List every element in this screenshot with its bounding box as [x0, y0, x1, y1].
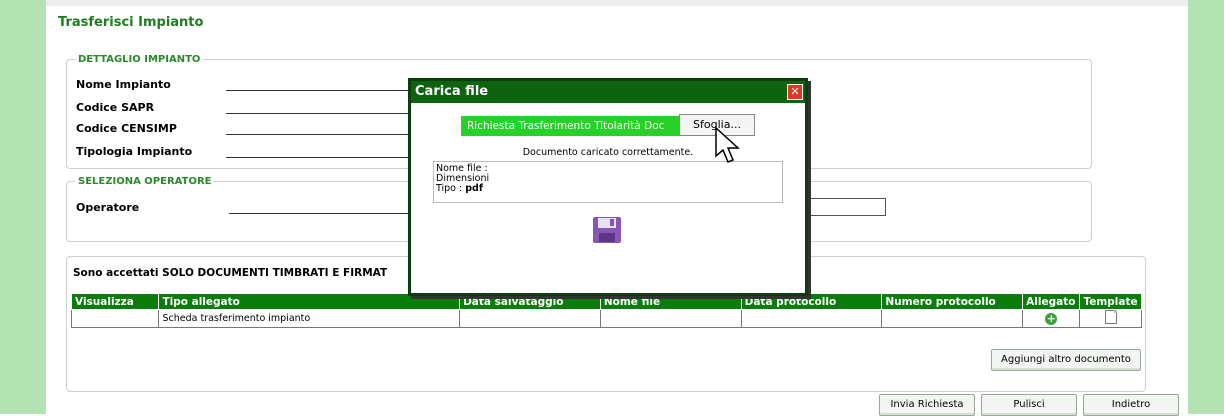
cell-data-salvataggio	[459, 309, 601, 328]
right-sidebar-band	[1188, 0, 1224, 414]
file-type-label: Richiesta Trasferimento Titolarità Doc	[461, 116, 685, 136]
codice-sapr-label: Codice SAPR	[76, 101, 155, 114]
cell-numero-protocollo	[881, 309, 1024, 328]
operatore-input[interactable]	[806, 198, 886, 216]
file-type-row: Tipo : pdf	[436, 184, 780, 194]
pulisci-button[interactable]: Pulisci	[981, 394, 1077, 416]
operatore-value	[229, 213, 409, 214]
add-attachment-icon[interactable]: +	[1045, 312, 1058, 325]
page-title: Trasferisci Impianto	[58, 15, 204, 30]
dettaglio-impianto-legend: DETTAGLIO IMPIANTO	[78, 54, 201, 65]
col-allegato: Allegato	[1022, 293, 1081, 310]
nome-impianto-label: Nome Impianto	[76, 78, 171, 91]
file-info-box: Nome file : Dimensioni Tipo : pdf	[433, 161, 783, 203]
codice-censimp-label: Codice CENSIMP	[76, 122, 177, 135]
left-sidebar-band	[0, 0, 46, 414]
col-template: Template	[1079, 293, 1142, 310]
cell-allegato: +	[1022, 309, 1081, 328]
tipologia-impianto-value	[226, 157, 408, 158]
codice-sapr-value	[226, 113, 408, 114]
top-bar	[46, 0, 1188, 6]
upload-success-message: Documento caricato correttamente.	[522, 147, 694, 158]
col-visualizza: Visualizza	[70, 293, 160, 310]
cell-template	[1079, 309, 1142, 328]
tipologia-impianto-label: Tipologia Impianto	[76, 145, 193, 158]
table-row: Scheda trasferimento impianto +	[70, 309, 1142, 328]
cell-data-protocollo	[740, 309, 883, 328]
col-numero-protocollo: Numero protocollo	[881, 293, 1024, 310]
allegati-notice: Sono accettati SOLO DOCUMENTI TIMBRATI E…	[73, 267, 388, 279]
indietro-button[interactable]: Indietro	[1083, 394, 1179, 416]
dialog-title: Carica file	[411, 81, 805, 103]
codice-censimp-value	[226, 134, 408, 135]
allegati-table: Visualizza Tipo allegato Data salvataggi…	[70, 293, 1142, 328]
close-icon[interactable]: ✕	[787, 84, 803, 100]
seleziona-operatore-legend: SELEZIONA OPERATORE	[78, 176, 212, 187]
save-icon[interactable]	[592, 216, 622, 244]
upload-dialog: Carica file ✕ Richiesta Trasferimento Ti…	[408, 78, 808, 296]
cell-nome-file	[599, 309, 742, 328]
file-type-value: pdf	[465, 183, 483, 194]
file-size-label: Dimensioni	[436, 173, 490, 184]
cell-visualizza	[70, 309, 160, 328]
nome-impianto-value	[226, 90, 408, 91]
operatore-label: Operatore	[76, 201, 140, 214]
file-type-label-text: Tipo :	[436, 183, 463, 194]
invia-richiesta-button[interactable]: Invia Richiesta	[879, 394, 975, 416]
cell-tipo-allegato: Scheda trasferimento impianto	[158, 309, 461, 328]
template-document-icon[interactable]	[1104, 310, 1117, 324]
add-document-button[interactable]: Aggiungi altro documento	[991, 349, 1141, 371]
mouse-cursor-icon	[715, 126, 740, 163]
